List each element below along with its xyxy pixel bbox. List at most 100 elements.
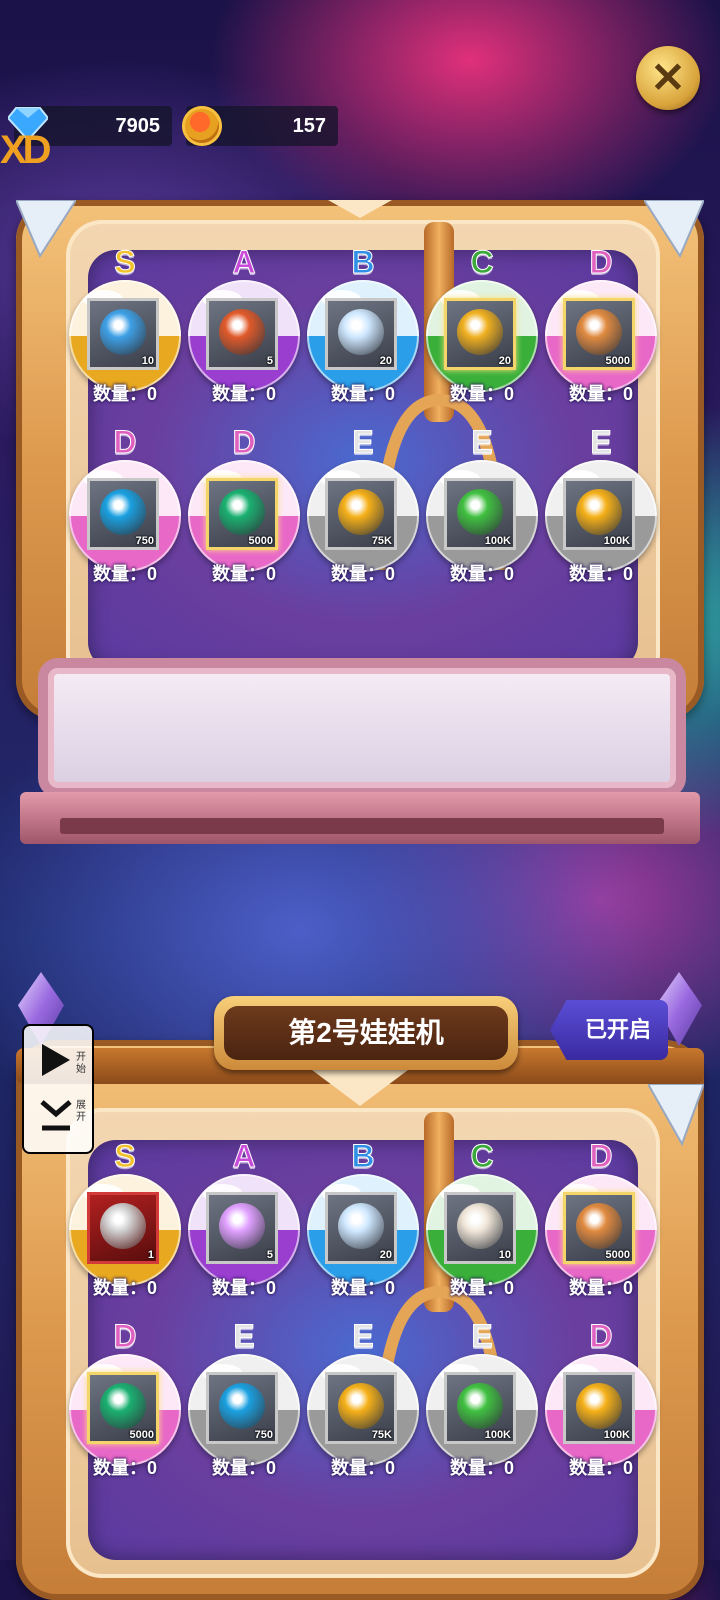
expand-button[interactable]: 展开 bbox=[28, 1090, 88, 1146]
quantity-label: 数量：0 bbox=[184, 1454, 304, 1480]
grade-label: E bbox=[352, 424, 374, 461]
prize-item[interactable]: 100K bbox=[563, 1372, 635, 1444]
capsule-ball: 100K bbox=[426, 460, 538, 572]
quantity-value: 0 bbox=[384, 1278, 395, 1298]
play-icon bbox=[42, 1044, 70, 1076]
potion-icon bbox=[457, 1383, 503, 1429]
bone-biscuit-icon bbox=[576, 1203, 622, 1249]
prize-item[interactable]: 20 bbox=[444, 298, 516, 370]
grade-label: E bbox=[352, 1318, 374, 1355]
blue-orb-icon bbox=[219, 1383, 265, 1429]
quantity-value: 0 bbox=[265, 564, 276, 584]
machine2-title-plate: 第2号娃娃机 bbox=[214, 996, 518, 1070]
capsule-ball: 5 bbox=[188, 1174, 300, 1286]
prize-item[interactable]: 20 bbox=[325, 1192, 397, 1264]
prize-item[interactable]: 5 bbox=[206, 298, 278, 370]
prize-item[interactable]: 20 bbox=[325, 298, 397, 370]
quantity-label: 数量：0 bbox=[303, 560, 423, 586]
quantity-value: 0 bbox=[622, 384, 633, 404]
prize-item[interactable]: 750 bbox=[206, 1372, 278, 1444]
gold-coin-icon bbox=[576, 1383, 622, 1429]
quantity-label: 数量：0 bbox=[184, 560, 304, 586]
item-count: 100K bbox=[484, 535, 511, 547]
quantity-label: 数量：0 bbox=[541, 560, 661, 586]
grade-label: E bbox=[471, 424, 493, 461]
treasure-chest-icon bbox=[219, 1203, 265, 1249]
quantity-label: 数量：0 bbox=[65, 1454, 185, 1480]
quantity-label: 数量：0 bbox=[65, 1274, 185, 1300]
prize-item[interactable]: 10 bbox=[87, 298, 159, 370]
quantity-label: 数量：0 bbox=[184, 1274, 304, 1300]
prize-item[interactable]: 100K bbox=[444, 1372, 516, 1444]
capsule-ball: 5000 bbox=[188, 460, 300, 572]
quantity-prefix: 数量： bbox=[92, 564, 147, 584]
quantity-value: 0 bbox=[503, 1458, 514, 1478]
bone-biscuit-icon bbox=[576, 309, 622, 355]
quantity-value: 0 bbox=[622, 1278, 633, 1298]
capsule-ball: 20 bbox=[426, 280, 538, 392]
gold-coin-icon bbox=[338, 489, 384, 535]
grade-label: S bbox=[114, 1138, 136, 1175]
prize-item[interactable]: 5000 bbox=[87, 1372, 159, 1444]
quantity-prefix: 数量： bbox=[92, 1458, 147, 1478]
item-count: 100K bbox=[603, 535, 630, 547]
capsule-ball: 5000 bbox=[545, 280, 657, 392]
grade-label: E bbox=[233, 1318, 255, 1355]
prize-item[interactable]: 5000 bbox=[563, 298, 635, 370]
item-count: 10 bbox=[498, 1249, 511, 1261]
side-control-panel: 开始 展开 bbox=[22, 1024, 94, 1154]
quantity-value: 0 bbox=[146, 564, 157, 584]
item-count: 5 bbox=[266, 355, 273, 367]
close-button[interactable]: ✕ bbox=[636, 46, 700, 110]
rune-stone-icon bbox=[219, 309, 265, 355]
green-gem-icon bbox=[219, 489, 265, 535]
grade-label: C bbox=[470, 244, 494, 281]
quantity-label: 数量：0 bbox=[184, 380, 304, 406]
grade-label: E bbox=[471, 1318, 493, 1355]
prize-item[interactable]: 5000 bbox=[206, 478, 278, 550]
quantity-label: 数量：0 bbox=[422, 560, 542, 586]
quantity-label: 数量：0 bbox=[303, 1454, 423, 1480]
prize-item[interactable]: 5 bbox=[206, 1192, 278, 1264]
quantity-value: 0 bbox=[384, 564, 395, 584]
gem-count: 7905 bbox=[115, 115, 161, 137]
item-count: 20 bbox=[379, 355, 392, 367]
close-icon: ✕ bbox=[650, 54, 686, 101]
prize-item[interactable]: 100K bbox=[563, 478, 635, 550]
double-chevron-down-icon bbox=[40, 1100, 72, 1131]
quantity-prefix: 数量： bbox=[449, 564, 504, 584]
prize-item[interactable]: 10 bbox=[444, 1192, 516, 1264]
item-count: 5000 bbox=[605, 1249, 630, 1261]
quantity-value: 0 bbox=[503, 564, 514, 584]
prize-item[interactable]: 1 bbox=[87, 1192, 159, 1264]
capsule-ball: 75K bbox=[307, 460, 419, 572]
coin-count: 157 bbox=[292, 115, 326, 137]
quantity-value: 0 bbox=[503, 1278, 514, 1298]
egg-icon bbox=[338, 1203, 384, 1249]
quantity-prefix: 数量： bbox=[568, 1278, 623, 1298]
machine1-base bbox=[48, 668, 676, 788]
grade-label: D bbox=[589, 1138, 613, 1175]
start-button[interactable]: 开始 bbox=[28, 1032, 88, 1088]
capsule-ball: 100K bbox=[545, 1354, 657, 1466]
gold-coin-icon bbox=[338, 1383, 384, 1429]
grade-label: A bbox=[232, 1138, 256, 1175]
item-count: 5 bbox=[266, 1249, 273, 1261]
prize-item[interactable]: 5000 bbox=[563, 1192, 635, 1264]
capsule-ball: 20 bbox=[307, 1174, 419, 1286]
orb-icon bbox=[100, 309, 146, 355]
quantity-value: 0 bbox=[265, 1458, 276, 1478]
quantity-prefix: 数量： bbox=[330, 564, 385, 584]
grade-label: C bbox=[470, 1138, 494, 1175]
quantity-prefix: 数量： bbox=[449, 384, 504, 404]
capsule-ball: 5000 bbox=[69, 1354, 181, 1466]
quantity-value: 0 bbox=[384, 1458, 395, 1478]
top-ornament-icon bbox=[312, 1070, 408, 1106]
quantity-label: 数量：0 bbox=[422, 380, 542, 406]
prize-item[interactable]: 75K bbox=[325, 1372, 397, 1444]
prize-item[interactable]: 750 bbox=[87, 478, 159, 550]
prize-item[interactable]: 75K bbox=[325, 478, 397, 550]
prize-item[interactable]: 100K bbox=[444, 478, 516, 550]
green-gem-icon bbox=[100, 1383, 146, 1429]
machine-status-button[interactable]: 已开启 bbox=[550, 1000, 668, 1060]
